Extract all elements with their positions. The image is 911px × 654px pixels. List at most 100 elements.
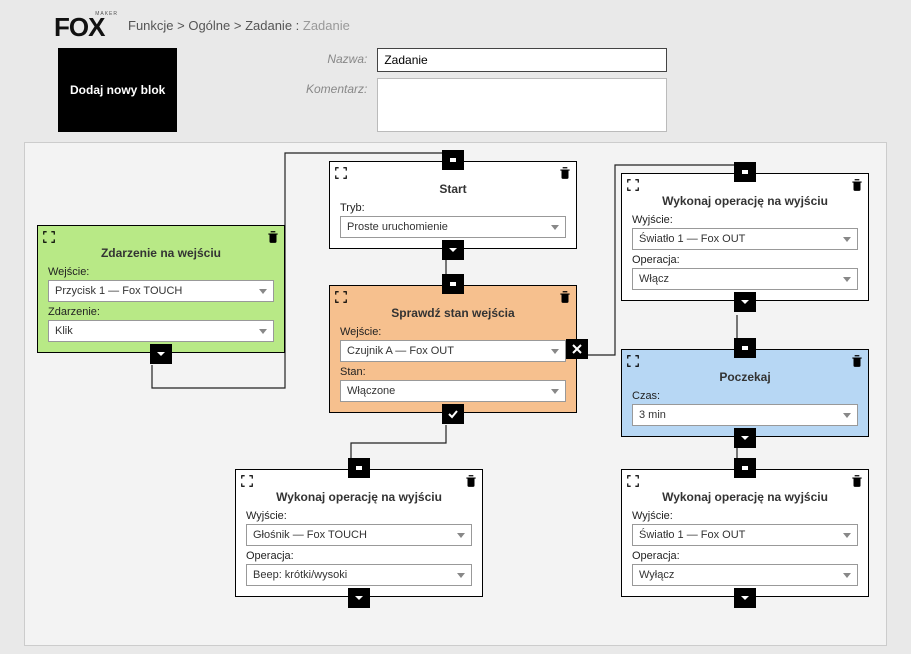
block-start[interactable]: Start Tryb: Proste uruchomienie — [329, 161, 577, 249]
chevron-down-icon — [551, 389, 559, 394]
block-op-light-off[interactable]: Wykonaj operację na wyjściu Wyjście: Świ… — [621, 469, 869, 597]
port-false[interactable] — [566, 339, 588, 359]
select-value: Głośnik — Fox TOUCH — [253, 529, 367, 541]
block-op-light-on[interactable]: Wykonaj operację na wyjściu Wyjście: Świ… — [621, 173, 869, 301]
block-title: Wykonaj operację na wyjściu — [246, 490, 472, 504]
expand-icon[interactable] — [626, 178, 640, 192]
comment-input[interactable] — [377, 78, 667, 132]
port-out[interactable] — [734, 428, 756, 448]
breadcrumb-current: Zadanie — [303, 18, 350, 33]
chevron-down-icon — [843, 237, 851, 242]
app-logo: MAKER FOX — [54, 12, 112, 38]
field-label: Wyjście: — [246, 510, 472, 522]
delete-icon[interactable] — [558, 290, 572, 304]
select-value: Proste uruchomienie — [347, 221, 448, 233]
field-label: Wejście: — [48, 266, 274, 278]
delete-icon[interactable] — [850, 474, 864, 488]
task-form: Nazwa: Komentarz: — [297, 48, 667, 132]
port-in[interactable] — [442, 274, 464, 294]
breadcrumb-prefix: Funkcje > Ogólne > Zadanie : — [128, 18, 303, 33]
breadcrumb: Funkcje > Ogólne > Zadanie : Zadanie — [128, 18, 350, 33]
output-select[interactable]: Głośnik — Fox TOUCH — [246, 524, 472, 546]
port-out[interactable] — [734, 588, 756, 608]
input-select[interactable]: Czujnik A — Fox OUT — [340, 340, 566, 362]
output-select[interactable]: Światło 1 — Fox OUT — [632, 228, 858, 250]
port-true[interactable] — [442, 404, 464, 424]
port-out[interactable] — [734, 292, 756, 312]
output-select[interactable]: Światło 1 — Fox OUT — [632, 524, 858, 546]
expand-icon[interactable] — [626, 474, 640, 488]
event-select[interactable]: Klik — [48, 320, 274, 342]
mode-select[interactable]: Proste uruchomienie — [340, 216, 566, 238]
block-title: Wykonaj operację na wyjściu — [632, 490, 858, 504]
chevron-down-icon — [259, 289, 267, 294]
expand-icon[interactable] — [42, 230, 56, 244]
expand-icon[interactable] — [240, 474, 254, 488]
select-value: Wyłącz — [639, 569, 674, 581]
delete-icon[interactable] — [266, 230, 280, 244]
chevron-down-icon — [843, 277, 851, 282]
name-input[interactable] — [377, 48, 667, 72]
time-select[interactable]: 3 min — [632, 404, 858, 426]
block-wait[interactable]: Poczekaj Czas: 3 min — [621, 349, 869, 437]
state-select[interactable]: Włączone — [340, 380, 566, 402]
block-event-input[interactable]: Zdarzenie na wejściu Wejście: Przycisk 1… — [37, 225, 285, 353]
port-in[interactable] — [734, 162, 756, 182]
toolbar: Dodaj nowy blok Nazwa: Komentarz: — [0, 48, 911, 132]
port-in[interactable] — [348, 458, 370, 478]
flow-canvas[interactable]: Zdarzenie na wejściu Wejście: Przycisk 1… — [24, 142, 887, 646]
port-out[interactable] — [348, 588, 370, 608]
delete-icon[interactable] — [850, 354, 864, 368]
name-label: Nazwa: — [297, 48, 377, 66]
select-value: Włącz — [639, 273, 669, 285]
delete-icon[interactable] — [850, 178, 864, 192]
delete-icon[interactable] — [464, 474, 478, 488]
port-out[interactable] — [150, 344, 172, 364]
chevron-down-icon — [843, 533, 851, 538]
chevron-down-icon — [843, 573, 851, 578]
delete-icon[interactable] — [558, 166, 572, 180]
select-value: Światło 1 — Fox OUT — [639, 233, 745, 245]
input-select[interactable]: Przycisk 1 — Fox TOUCH — [48, 280, 274, 302]
chevron-down-icon — [457, 573, 465, 578]
port-in[interactable] — [442, 150, 464, 170]
chevron-down-icon — [259, 329, 267, 334]
add-block-button[interactable]: Dodaj nowy blok — [58, 48, 177, 132]
field-label: Operacja: — [632, 550, 858, 562]
chevron-down-icon — [551, 349, 559, 354]
select-value: Czujnik A — Fox OUT — [347, 345, 454, 357]
operation-select[interactable]: Wyłącz — [632, 564, 858, 586]
field-label: Tryb: — [340, 202, 566, 214]
select-value: Klik — [55, 325, 73, 337]
field-label: Wejście: — [340, 326, 566, 338]
field-label: Czas: — [632, 390, 858, 402]
field-label: Operacja: — [246, 550, 472, 562]
logo-tag: MAKER — [95, 11, 118, 17]
field-label: Wyjście: — [632, 510, 858, 522]
comment-label: Komentarz: — [297, 78, 377, 96]
field-label: Wyjście: — [632, 214, 858, 226]
select-value: Beep: krótki/wysoki — [253, 569, 347, 581]
port-out[interactable] — [442, 240, 464, 260]
block-title: Wykonaj operację na wyjściu — [632, 194, 858, 208]
chevron-down-icon — [457, 533, 465, 538]
port-in[interactable] — [734, 338, 756, 358]
select-value: Światło 1 — Fox OUT — [639, 529, 745, 541]
field-label: Zdarzenie: — [48, 306, 274, 318]
select-value: Włączone — [347, 385, 395, 397]
block-title: Start — [340, 182, 566, 196]
expand-icon[interactable] — [334, 166, 348, 180]
operation-select[interactable]: Beep: krótki/wysoki — [246, 564, 472, 586]
port-in[interactable] — [734, 458, 756, 478]
header-bar: MAKER FOX Funkcje > Ogólne > Zadanie : Z… — [0, 0, 911, 48]
expand-icon[interactable] — [626, 354, 640, 368]
block-op-speaker[interactable]: Wykonaj operację na wyjściu Wyjście: Gło… — [235, 469, 483, 597]
field-label: Stan: — [340, 366, 566, 378]
block-title: Zdarzenie na wejściu — [48, 246, 274, 260]
block-title: Sprawdź stan wejścia — [340, 306, 566, 320]
field-label: Operacja: — [632, 254, 858, 266]
expand-icon[interactable] — [334, 290, 348, 304]
block-check-input[interactable]: Sprawdź stan wejścia Wejście: Czujnik A … — [329, 285, 577, 413]
chevron-down-icon — [551, 225, 559, 230]
operation-select[interactable]: Włącz — [632, 268, 858, 290]
